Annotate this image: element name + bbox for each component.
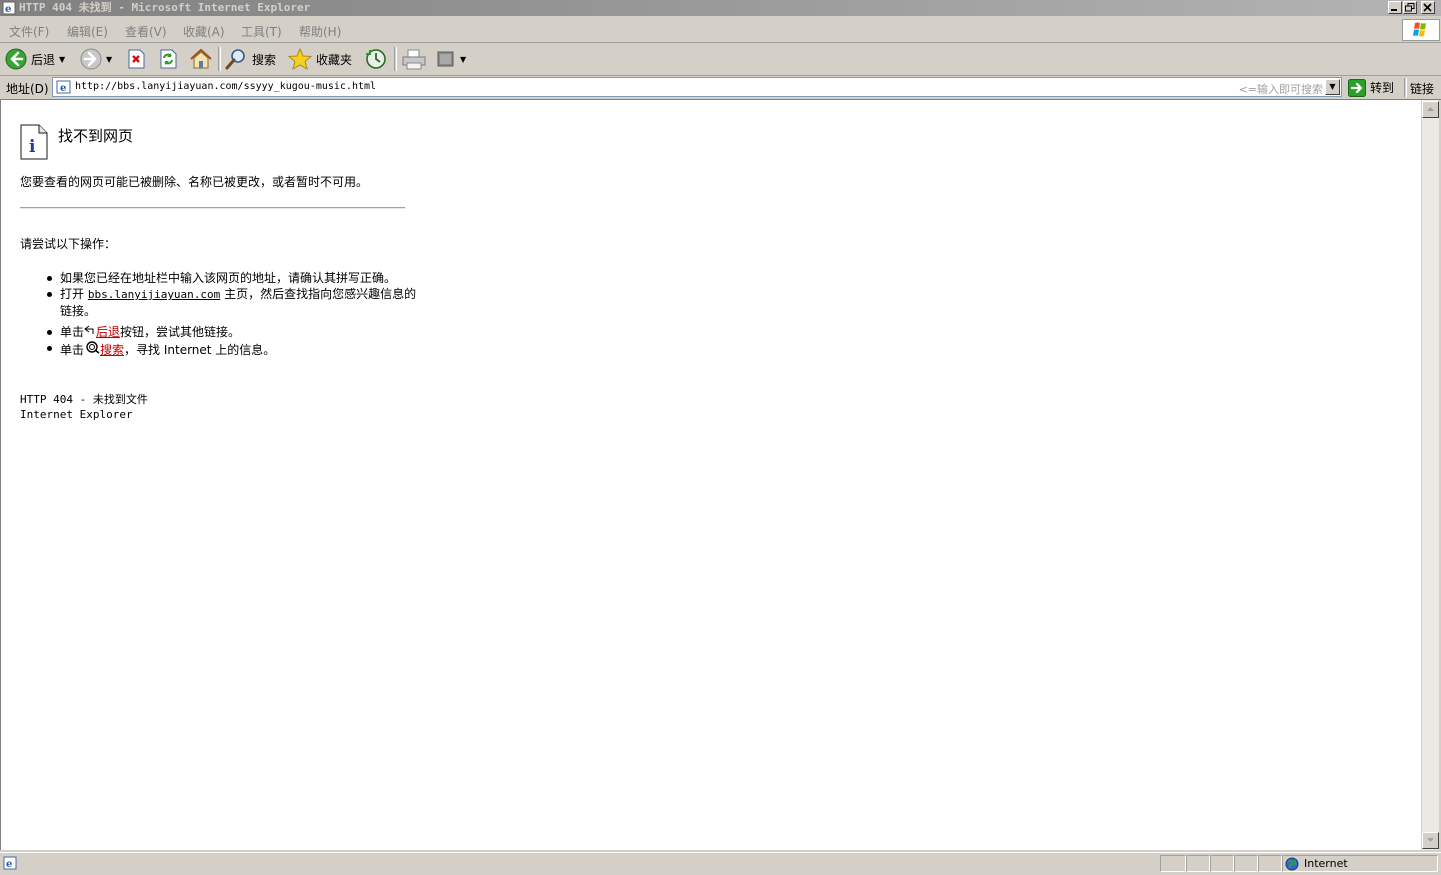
back-label: 后退 [31, 52, 56, 67]
menu-bar: 文件(F) 编辑(E) 查看(V) 收藏(A) 工具(T) 帮助(H) [0, 18, 1441, 43]
printer-icon [402, 49, 426, 70]
svg-text:i: i [29, 137, 36, 157]
links-separator [1404, 78, 1407, 97]
menu-file[interactable]: 文件(F) [9, 23, 49, 40]
toolbar-separator [218, 47, 221, 71]
status-panel [1210, 855, 1234, 872]
refresh-icon [160, 49, 177, 69]
back-small-icon [84, 325, 94, 334]
windows-logo-icon [1402, 19, 1440, 41]
refresh-button[interactable] [157, 46, 179, 72]
address-label: 地址(D) [6, 82, 49, 96]
home-icon [190, 48, 212, 69]
homepage-link[interactable]: bbs.lanyijiayuan.com [88, 288, 220, 301]
list-item: 单击 搜索，寻找 Internet 上的信息。 [45, 340, 425, 358]
suggestion-text: 按钮，尝试其他链接。 [120, 325, 241, 339]
suggestion-text: 如果您已经在地址栏中输入该网页的地址，请确认其拼写正确。 [60, 271, 397, 285]
search-label: 搜索 [252, 52, 277, 67]
search-hint: <=输入即可搜索 [1238, 83, 1323, 96]
scroll-up-button[interactable] [1422, 101, 1439, 118]
list-item: 如果您已经在地址栏中输入该网页的地址，请确认其拼写正确。 [45, 270, 425, 286]
search-icon [225, 49, 245, 70]
suggestion-text: 打开 [60, 287, 85, 301]
divider [20, 207, 405, 209]
suggestion-text: 单击 [60, 343, 85, 357]
go-label: 转到 [1370, 81, 1395, 95]
info-icon: i [20, 124, 48, 160]
vertical-scrollbar[interactable] [1421, 100, 1439, 850]
suggestion-text: ，寻找 Internet 上的信息。 [124, 343, 276, 357]
svg-text:e: e [6, 859, 12, 870]
close-button[interactable] [1421, 1, 1435, 14]
status-bar: e Internet [0, 852, 1441, 875]
edit-page-button[interactable]: ▼ [436, 46, 466, 72]
forward-arrow-icon [80, 48, 102, 70]
status-panel [1186, 855, 1210, 872]
stop-button[interactable] [125, 46, 147, 72]
edit-dropdown-icon[interactable]: ▼ [460, 55, 466, 64]
toolbar-separator [394, 47, 397, 71]
browser-name: Internet Explorer [20, 408, 133, 421]
status-panel [1160, 855, 1186, 872]
zone-label: Internet [1304, 857, 1348, 870]
forward-dropdown-icon[interactable]: ▼ [106, 55, 112, 64]
try-heading: 请尝试以下操作： [20, 237, 117, 251]
status-panel [1258, 855, 1282, 872]
menu-tools[interactable]: 工具(T) [241, 23, 282, 40]
svg-text:e: e [60, 83, 66, 94]
window-title: HTTP 404 未找到 - Microsoft Internet Explor… [19, 1, 311, 14]
list-item: 打开 bbs.lanyijiayuan.com 主页，然后查找指向您感兴趣信息的… [45, 286, 425, 319]
forward-button[interactable]: ▼ [80, 46, 112, 72]
back-arrow-icon [5, 48, 27, 70]
back-link[interactable]: 后退 [96, 325, 120, 339]
page-status-icon: e [3, 856, 17, 870]
title-bar: e HTTP 404 未找到 - Microsoft Internet Expl… [0, 0, 1441, 16]
page-content: i 找不到网页 您要查看的网页可能已被删除、名称已被更改，或者暂时不可用。 请尝… [0, 100, 1421, 850]
history-button[interactable] [364, 46, 388, 72]
menu-favorites[interactable]: 收藏(A) [183, 23, 225, 40]
go-button[interactable]: 转到 [1348, 77, 1394, 98]
favorites-button[interactable]: 收藏夹 [288, 46, 352, 72]
suggestion-text: 单击 [60, 325, 85, 339]
links-button[interactable]: 链接 [1410, 80, 1434, 97]
back-dropdown-icon[interactable]: ▼ [59, 55, 65, 64]
search-button[interactable]: 搜索 [224, 46, 276, 72]
favorites-label: 收藏夹 [316, 52, 353, 67]
address-url[interactable]: http://bbs.lanyijiayuan.com/ssyyy_kugou-… [75, 81, 376, 92]
error-code: HTTP 404 - 未找到文件 [20, 393, 148, 406]
page-title: 找不到网页 [58, 127, 134, 145]
restore-button[interactable] [1403, 1, 1417, 14]
globe-icon [1285, 857, 1299, 871]
print-button[interactable] [401, 46, 427, 72]
search-small-icon [86, 341, 100, 354]
edit-icon [437, 51, 454, 67]
go-arrow-icon [1348, 78, 1366, 97]
address-bar: 地址(D) e http://bbs.lanyijiayuan.com/ssyy… [0, 76, 1441, 100]
search-link[interactable]: 搜索 [100, 343, 124, 357]
menu-view[interactable]: 查看(V) [125, 23, 167, 40]
address-input[interactable]: e http://bbs.lanyijiayuan.com/ssyyy_kugo… [52, 77, 1342, 97]
ie-app-icon[interactable]: e [2, 1, 16, 15]
standard-toolbar: 后退 ▼ ▼ 搜索 收藏夹 ▼ [0, 43, 1441, 76]
page-icon: e [56, 80, 71, 94]
address-dropdown-icon[interactable]: ▼ [1325, 79, 1340, 95]
menu-edit[interactable]: 编辑(E) [67, 23, 108, 40]
status-panel [1234, 855, 1258, 872]
error-description: 您要查看的网页可能已被删除、名称已被更改，或者暂时不可用。 [20, 175, 369, 189]
stop-icon [128, 49, 145, 69]
favorites-star-icon [288, 48, 312, 70]
back-button[interactable]: 后退 ▼ [5, 46, 65, 72]
scroll-down-button[interactable] [1422, 832, 1439, 849]
history-icon [366, 49, 386, 69]
home-button[interactable] [189, 46, 213, 72]
list-item: 单击 后退按钮，尝试其他链接。 [45, 324, 425, 340]
minimize-button[interactable] [1388, 1, 1402, 14]
menu-help[interactable]: 帮助(H) [299, 23, 341, 40]
svg-text:e: e [5, 4, 11, 15]
suggestion-list: 如果您已经在地址栏中输入该网页的地址，请确认其拼写正确。 打开 bbs.lany… [45, 270, 425, 358]
